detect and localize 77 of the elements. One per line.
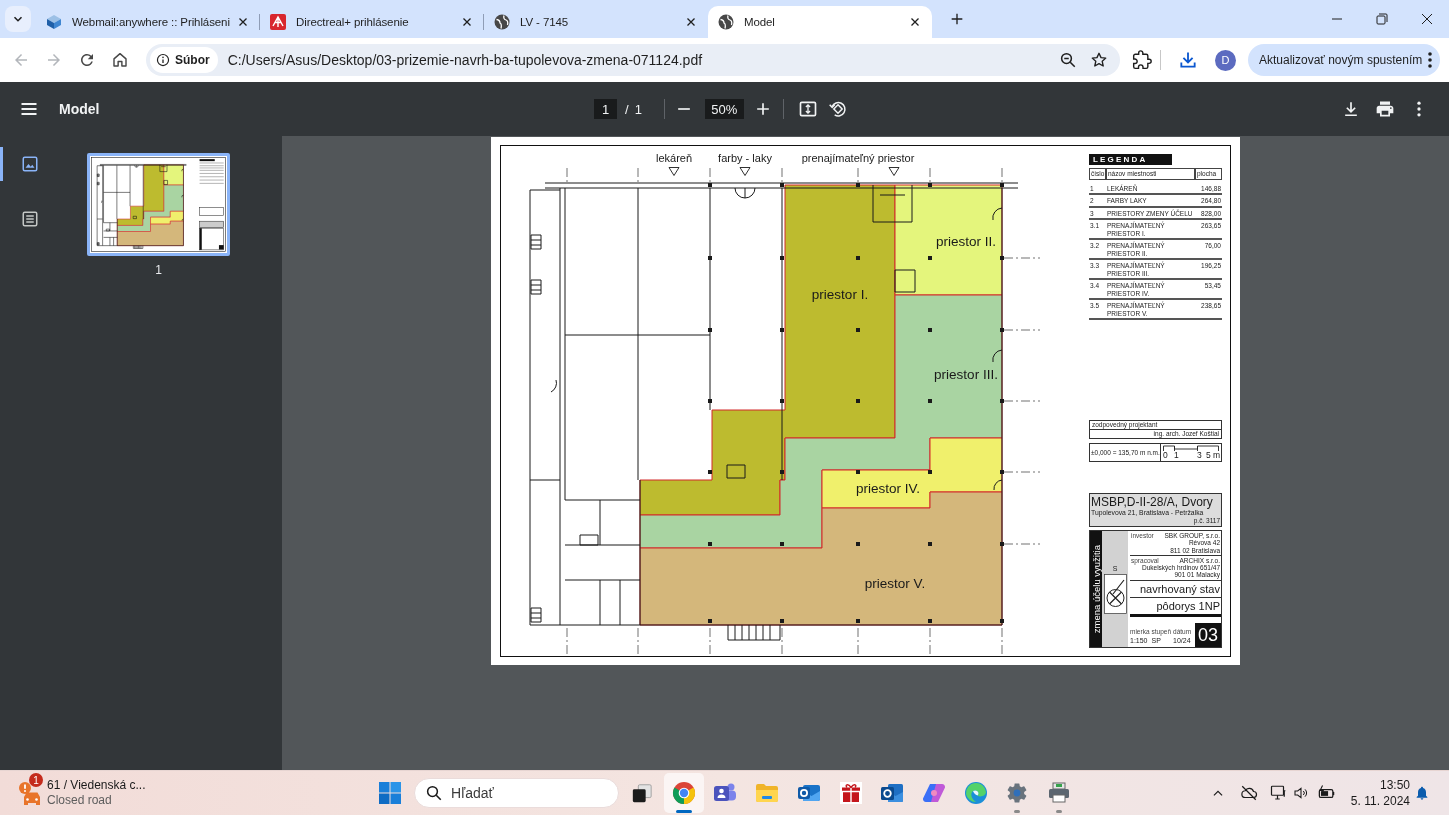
rotate-icon[interactable] (827, 99, 848, 119)
browser-tab[interactable]: Webmail:anywhere :: Prihláseni (36, 6, 260, 38)
scale-bar-drawing (1163, 445, 1219, 451)
page-count: 1 (634, 101, 642, 117)
search-field[interactable]: Hľadať (414, 778, 620, 808)
download-icon[interactable] (1178, 50, 1198, 70)
page-thumbnail[interactable] (87, 153, 230, 256)
drawing-stage: navrhovaný stav (1130, 580, 1221, 598)
search-icon (425, 784, 444, 802)
page-number-field[interactable]: 1 (594, 99, 617, 119)
browser-tab[interactable]: Model (708, 6, 932, 38)
browser-tab[interactable]: Directreal+ prihlásenie (260, 6, 484, 38)
scale-label: 5 m (1206, 451, 1221, 460)
speaker-icon[interactable] (1292, 785, 1309, 801)
globe-icon (494, 14, 510, 30)
task-view-icon (631, 782, 654, 804)
cube-icon (46, 14, 62, 30)
room-label: priestor III. (934, 367, 998, 382)
scale-label: 1 (1174, 451, 1180, 460)
room-label: priestor I. (811, 287, 869, 302)
clock-date[interactable]: 5. 11. 2024 (1350, 793, 1410, 809)
list-icon (21, 210, 39, 228)
printer-icon (1046, 781, 1071, 805)
zoom-out-icon[interactable] (1059, 51, 1077, 69)
zone-label: prenajímateľný priestor (801, 152, 915, 164)
triangle-marker-icon (668, 167, 680, 176)
slanted-shapes-icon (921, 781, 946, 805)
address-field[interactable]: Súbor C:/Users/Asus/Desktop/03-prizemie-navrh-ba-tupolevova-zmena-071124.pdf (146, 44, 1120, 76)
profile-avatar[interactable]: D (1215, 49, 1236, 71)
mailbox-icon (880, 781, 905, 805)
info-icon (156, 53, 170, 67)
legend-title: LEGENDA (1089, 154, 1172, 165)
room-label: priestor IV. (856, 481, 920, 496)
document-title: Model (59, 101, 100, 117)
browser-icon (671, 781, 696, 805)
home-icon[interactable] (110, 51, 129, 69)
triangle-marker-icon (739, 167, 751, 176)
drawing-title: pôdorys 1NP (1130, 597, 1221, 617)
puzzle-icon[interactable] (1132, 50, 1152, 70)
swirl-circle-icon (963, 781, 988, 805)
thumbnail-page-number: 1 (155, 263, 162, 277)
restore-icon[interactable] (1375, 13, 1388, 25)
purpose-strip: zmena účelu využitia (1090, 531, 1102, 647)
page-separator: / (625, 101, 629, 117)
sheet-number: 03 (1195, 623, 1221, 647)
zone-label: lekáreň (655, 152, 693, 164)
star-icon[interactable] (1090, 51, 1108, 69)
scale-label: 3 (1197, 451, 1203, 460)
zoom-level-field[interactable]: 50% (704, 99, 744, 119)
logo-icon (270, 14, 286, 30)
four-squares-icon[interactable] (378, 781, 403, 805)
tab-search-button[interactable] (5, 6, 31, 32)
triangle-marker-icon (888, 167, 900, 176)
project-title: MSBP,D-II-28/A, Dvory (1091, 495, 1214, 509)
gift-icon (838, 781, 863, 805)
folder-icon (755, 781, 780, 805)
browser-tab[interactable]: LV - 7145 (484, 6, 708, 38)
cloud-off-icon[interactable] (1239, 784, 1258, 802)
widget-title[interactable]: 61 / Viedenská c... (47, 778, 146, 793)
widget-subtitle: Closed road (47, 793, 113, 808)
notification-badge: 1 (29, 773, 43, 787)
update-button[interactable]: Aktualizovať novým spustením (1248, 44, 1441, 76)
bell-icon[interactable] (1414, 785, 1430, 801)
more-icon (1428, 52, 1433, 68)
monitor-icon[interactable] (1269, 784, 1288, 802)
close-icon[interactable] (1420, 13, 1433, 25)
globe-icon (718, 14, 734, 30)
clock-time[interactable]: 13:50 (1379, 777, 1410, 793)
room-label: priestor V. (864, 576, 926, 591)
plus-icon[interactable] (949, 11, 965, 27)
zone-label: farby - laky (718, 152, 772, 164)
image-icon (21, 155, 39, 173)
site-info-chip[interactable]: Súbor (150, 47, 218, 73)
print-icon[interactable] (1375, 99, 1395, 119)
fit-page-icon[interactable] (797, 99, 818, 119)
room-label: priestor II. (936, 234, 996, 249)
scale-label: 0 (1163, 451, 1169, 460)
